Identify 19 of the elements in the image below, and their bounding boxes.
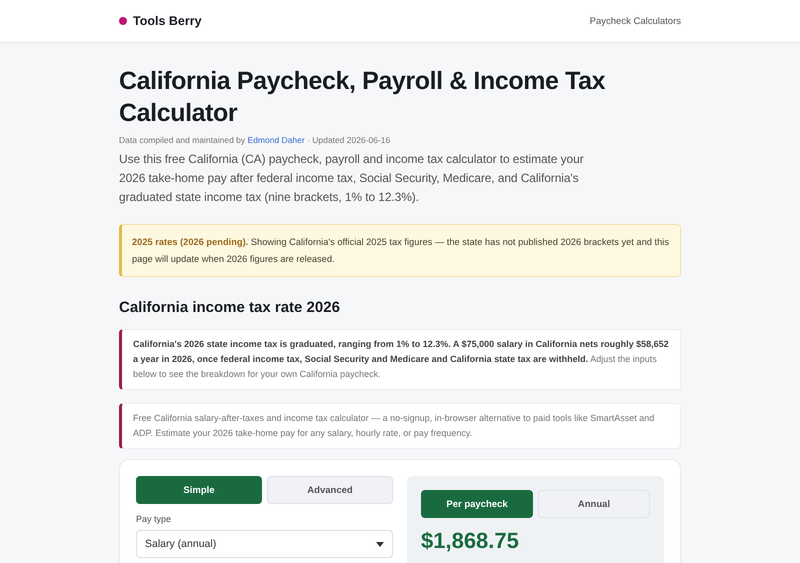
period-tab[interactable]: Per paycheck [421,490,533,518]
section-heading: California income tax rate 2026 [119,299,341,316]
nav-link[interactable]: Paycheck Calculators [590,16,681,26]
brand-name[interactable]: Tools Berry [133,14,202,28]
notice-banner: 2025 rates (2026 pending). Showing California's official 2025 tax figures — the state has not published 2026 brackets yet and this page will update when 2026 figures are released. [119,224,681,277]
period-tab[interactable]: Annual [538,490,650,518]
intro-paragraph: Use this free California (CA) paycheck, payroll and income tax calculator to estimate your 2026 take-home pay after federal income tax, Social Security, Medicare, and California's graduated state income tax (nine brackets, 1% to 12.3%). [119,151,585,206]
mode-tab[interactable]: Advanced [267,476,393,504]
mode-tab[interactable]: Simple [136,476,262,504]
take-home-amount: $1,868.75 [421,528,520,554]
field-label: Pay type [136,514,172,524]
caret-icon [376,542,384,546]
author-link[interactable]: Edmond Daher [248,135,305,145]
pay-type-select[interactable]: Salary (annual) [136,530,393,558]
page-title: California Paycheck, Payroll & Income Tax Calculator [119,66,606,129]
byline: Data compiled and maintained by Edmond Daher · Updated 2026-06-16 [119,135,392,145]
callout-card: Free California salary-after-taxes and income tax calculator — a no-signup, in-browser alternative to paid tools like SmartAsset and ADP. Estimate your 2026 take-home pay for any salary, hourly rate, or pay frequency. [119,403,681,449]
brand-dot-icon [119,17,127,25]
callout-card: California's 2026 state income tax is graduated, ranging from 1% to 12.3%. A $75,000 salary in California nets roughly $58,652 a year in 2026, once federal income tax, Social Security and Medicare and California state tax are withheld. Adjust the inputs below to see the breakdown for your own California paycheck. [119,329,681,390]
